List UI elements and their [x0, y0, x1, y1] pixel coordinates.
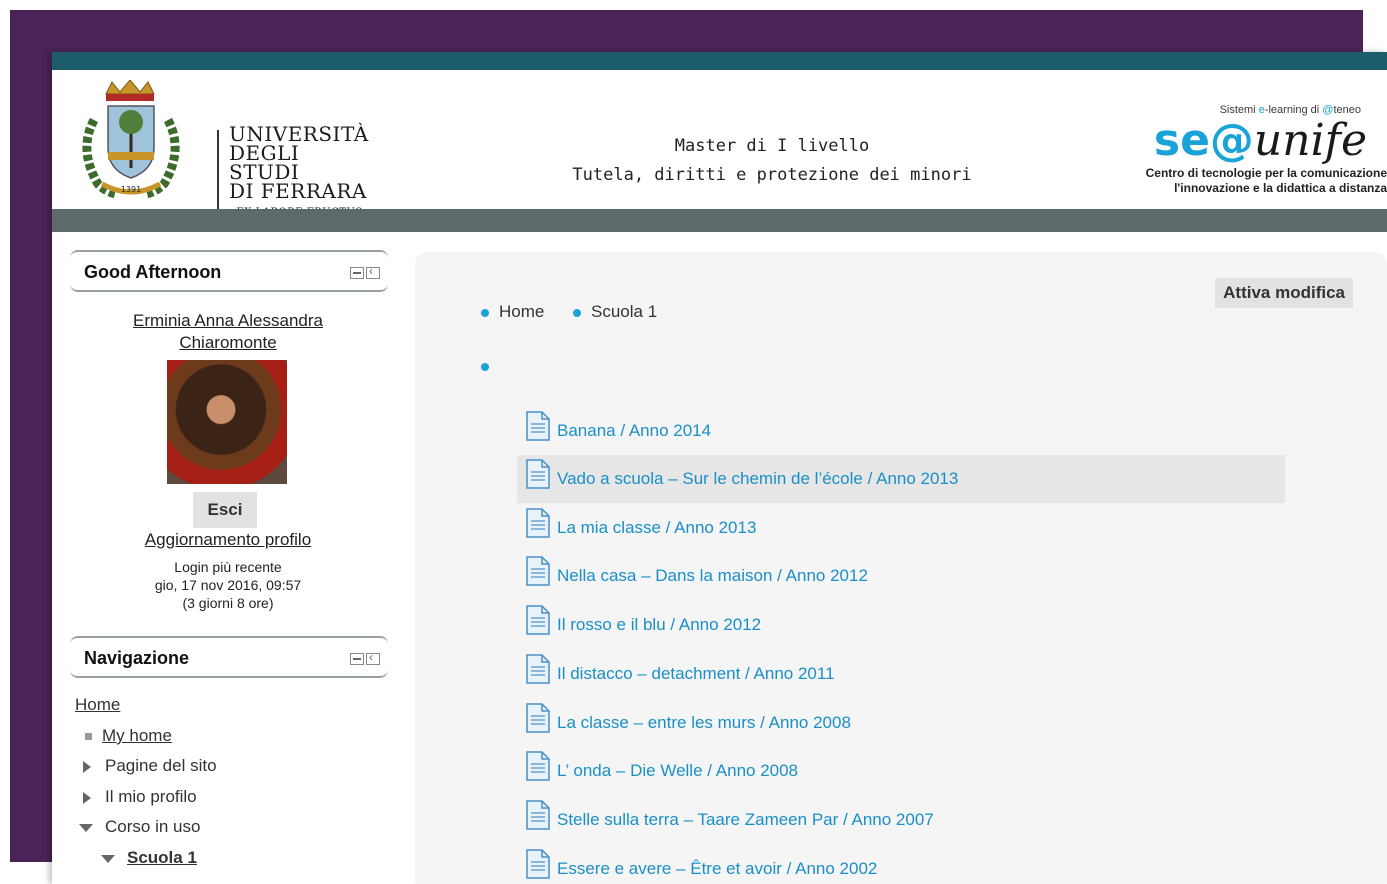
resource-item[interactable]: Banana / Anno 2014 [517, 407, 1285, 455]
resource-link[interactable]: La classe – entre les murs / Anno 2008 [557, 713, 851, 733]
navigation-block-title: Navigazione [84, 648, 190, 668]
file-icon[interactable] [525, 556, 551, 586]
user-block-header: Good Afternoon [70, 250, 388, 292]
collapse-icon[interactable] [350, 653, 364, 665]
file-icon[interactable] [525, 459, 551, 489]
last-login-date: gio, 17 nov 2016, 09:57 [154, 577, 302, 593]
nav-current-course[interactable]: Corso in uso [79, 817, 200, 837]
nav-my-profile-label[interactable]: Il mio profilo [105, 787, 197, 806]
nav-my-home[interactable]: My home [85, 726, 172, 746]
resource-link[interactable]: Vado a scuola – Sur le chemin de l’école… [557, 469, 958, 489]
nav-home[interactable]: Home [75, 695, 120, 715]
bullet-dot-icon [573, 308, 581, 317]
university-crest-icon: 1391 [82, 79, 180, 199]
wordmark-part: se@ [1153, 115, 1254, 166]
university-name-line: DEGLI STUDI [229, 141, 300, 184]
nav-my-profile[interactable]: Il mio profilo [83, 787, 197, 807]
header-sub-bar [52, 209, 1387, 232]
file-icon[interactable] [525, 508, 551, 538]
navigation-block: Navigazione [70, 636, 388, 678]
resource-item[interactable]: Il distacco – detachment / Anno 2011 [517, 650, 1285, 698]
resource-item[interactable]: Nella casa – Dans la maison / Anno 2012 [517, 552, 1285, 600]
user-fullname-link[interactable]: Erminia Anna Alessandra Chiaromonte [118, 310, 338, 354]
resource-link[interactable]: Nella casa – Dans la maison / Anno 2012 [557, 566, 868, 586]
nav-course[interactable]: Scuola 1 [101, 848, 197, 868]
navigation-block-header: Navigazione [70, 636, 388, 678]
user-block-title: Good Afternoon [84, 262, 222, 282]
resource-item[interactable]: La mia classe / Anno 2013 [517, 504, 1285, 552]
main-content: Attiva modifica Home Scuola 1 Banana / A… [415, 252, 1387, 884]
nav-site-pages[interactable]: Pagine del sito [83, 756, 217, 776]
seaunife-wordmark: se@unife [1117, 116, 1367, 166]
resource-link[interactable]: Essere e avere – Être et avoir / Anno 20… [557, 859, 877, 879]
resource-item[interactable]: La classe – entre les murs / Anno 2008 [517, 699, 1285, 747]
seaunife-logo[interactable]: Sistemi e-learning di @teneo se@unife Ce… [1117, 104, 1387, 196]
svg-text:1391: 1391 [121, 185, 141, 194]
user-block: Good Afternoon [70, 250, 388, 292]
nav-home-label[interactable]: Home [75, 695, 120, 714]
breadcrumb-course[interactable]: Scuola 1 [573, 302, 657, 322]
resource-link[interactable]: Il distacco – detachment / Anno 2011 [557, 664, 835, 684]
top-bar [52, 52, 1387, 70]
logout-button[interactable]: Esci [193, 492, 257, 528]
resource-item[interactable]: L’ onda – Die Welle / Anno 2008 [517, 747, 1285, 795]
dock-icon[interactable] [366, 264, 380, 279]
breadcrumb-label[interactable]: Home [499, 302, 544, 321]
breadcrumb-home[interactable]: Home [481, 302, 544, 322]
university-name-line: DI FERRARA [229, 179, 367, 203]
file-icon[interactable] [525, 751, 551, 781]
file-icon[interactable] [525, 605, 551, 635]
last-login-ago: (3 giorni 8 ore) [182, 595, 274, 611]
nav-course-label[interactable]: Scuola 1 [127, 848, 197, 867]
breadcrumb-label[interactable]: Scuola 1 [591, 302, 657, 321]
resource-item[interactable]: Il rosso e il blu / Anno 2012 [517, 601, 1285, 649]
resource-link[interactable]: Stelle sulla terra – Taare Zameen Par / … [557, 810, 934, 830]
last-login-info: Login più recente gio, 17 nov 2016, 09:5… [118, 558, 338, 612]
resource-link[interactable]: Il rosso e il blu / Anno 2012 [557, 615, 761, 635]
nav-site-pages-label[interactable]: Pagine del sito [105, 756, 217, 775]
resource-item[interactable]: Vado a scuola – Sur le chemin de l’école… [517, 455, 1285, 503]
block-control-icon[interactable] [348, 650, 380, 666]
tri-down-icon[interactable] [79, 823, 93, 832]
dock-icon[interactable] [366, 650, 380, 665]
course-header-title: Master di I livello Tutela, diritti e pr… [572, 132, 972, 190]
avatar[interactable] [167, 360, 287, 484]
edit-profile-link[interactable]: Aggiornamento profilo [118, 530, 338, 550]
file-icon[interactable] [525, 800, 551, 830]
master-title: Tutela, diritti e protezione dei minori [572, 165, 972, 185]
seaunife-caption: l'innovazione e la didattica a distanza [1174, 181, 1387, 195]
file-icon[interactable] [525, 654, 551, 684]
resource-item[interactable]: Essere e avere – Être et avoir / Anno 20… [517, 845, 1285, 884]
wordmark-part: unife [1253, 115, 1367, 166]
file-icon[interactable] [525, 849, 551, 879]
edit-mode-button[interactable]: Attiva modifica [1215, 278, 1353, 308]
bullet-square-icon [85, 733, 92, 741]
resource-link[interactable]: L’ onda – Die Welle / Anno 2008 [557, 761, 798, 781]
university-logo[interactable]: 1391 UNIVERSITÀ DEGLI STUDI DI FERRARA -… [76, 79, 368, 237]
user-name-line[interactable]: Erminia Anna Alessandra [118, 310, 338, 332]
file-icon[interactable] [525, 411, 551, 441]
user-name-line[interactable]: Chiaromonte [118, 332, 338, 354]
resource-link[interactable]: La mia classe / Anno 2013 [557, 518, 756, 538]
file-icon[interactable] [525, 703, 551, 733]
nav-my-home-label[interactable]: My home [102, 726, 172, 745]
tri-right-icon[interactable] [83, 760, 91, 773]
logo-separator [217, 130, 219, 210]
master-level: Master di I livello [674, 136, 870, 156]
resource-link[interactable]: Banana / Anno 2014 [557, 421, 711, 441]
tri-down-icon[interactable] [101, 854, 115, 863]
bullet-dot-icon [481, 363, 489, 371]
site-header: 1391 UNIVERSITÀ DEGLI STUDI DI FERRARA -… [52, 70, 1387, 237]
browser-window: 1391 UNIVERSITÀ DEGLI STUDI DI FERRARA -… [52, 52, 1387, 884]
nav-current-course-label[interactable]: Corso in uso [105, 817, 200, 836]
block-control-icon[interactable] [348, 264, 380, 280]
collapse-icon[interactable] [350, 267, 364, 279]
resource-item[interactable]: Stelle sulla terra – Taare Zameen Par / … [517, 796, 1285, 844]
last-login-label: Login più recente [174, 559, 282, 575]
tri-right-icon[interactable] [83, 791, 91, 804]
seaunife-caption: Centro di tecnologie per la comunicazion… [1145, 166, 1387, 180]
bullet-dot-icon [481, 308, 489, 317]
